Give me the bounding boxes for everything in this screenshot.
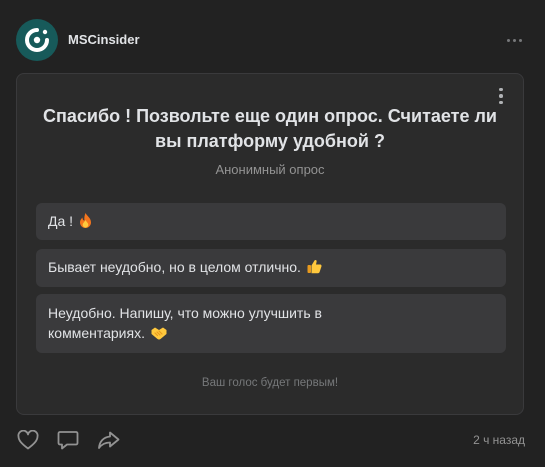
poll-card: Спасибо ! Позвольте еще один опрос. Счит… — [16, 73, 524, 415]
poll-option-3[interactable]: Неудобно. Напишу, что можно улучшить в к… — [36, 294, 506, 353]
share-icon[interactable] — [97, 430, 121, 452]
poll-menu-icon[interactable] — [496, 86, 506, 106]
poll-option-2[interactable]: Бывает неудобно, но в целом отлично. — [36, 249, 506, 287]
poll-option-label: Да ! — [48, 212, 74, 229]
like-icon[interactable] — [17, 429, 41, 452]
handshake-icon — [151, 325, 167, 345]
author-name[interactable]: MSCinsider — [68, 32, 140, 47]
post-header: MSCinsider — [16, 19, 529, 61]
avatar[interactable] — [16, 19, 58, 61]
logo-icon — [25, 28, 49, 52]
poll-option-label: Бывает неудобно, но в целом отлично. — [48, 259, 301, 275]
poll-question: Спасибо ! Позвольте еще один опрос. Счит… — [43, 106, 497, 151]
post-timestamp: 2 ч назад — [473, 433, 525, 447]
poll-type: Анонимный опрос — [215, 162, 325, 177]
fire-icon — [79, 212, 92, 233]
poll-option-label: Неудобно. Напишу, что можно улучшить в к… — [48, 304, 322, 341]
comment-icon[interactable] — [57, 430, 81, 452]
more-options-icon[interactable] — [505, 31, 523, 49]
thumbs-up-icon — [307, 259, 322, 279]
poll-footer-note: Ваш голос будет первым! — [201, 377, 339, 389]
poll-option-1[interactable]: Да ! — [36, 203, 506, 240]
